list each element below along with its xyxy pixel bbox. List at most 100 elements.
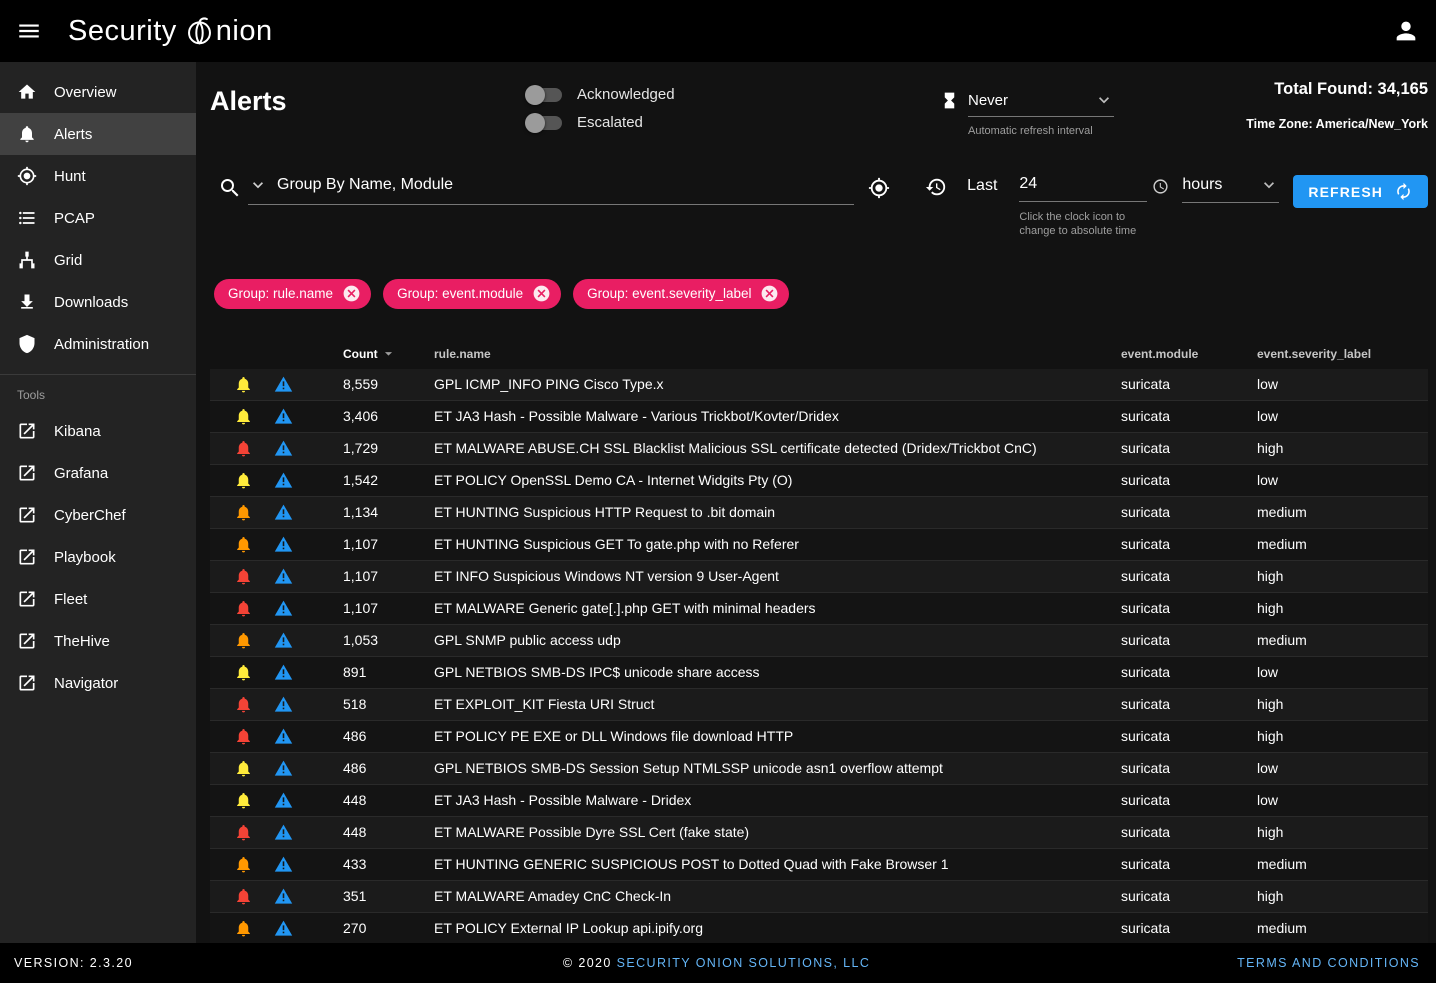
sidebar-item-grid[interactable]: Grid: [0, 239, 196, 281]
severity-bell-icon[interactable]: [234, 567, 253, 586]
event-module-cell[interactable]: suricata: [1121, 760, 1257, 776]
account-icon[interactable]: [1392, 17, 1420, 45]
count-cell[interactable]: 1,107: [343, 568, 434, 584]
table-row[interactable]: 486 ET POLICY PE EXE or DLL Windows file…: [210, 721, 1428, 753]
severity-label-cell[interactable]: low: [1257, 408, 1420, 424]
warning-triangle-icon[interactable]: [274, 727, 293, 746]
duration-units-select[interactable]: hours: [1182, 175, 1279, 203]
column-header-rule-name[interactable]: rule.name: [434, 347, 1121, 361]
severity-label-cell[interactable]: medium: [1257, 632, 1420, 648]
table-row[interactable]: 1,542 ET POLICY OpenSSL Demo CA - Intern…: [210, 465, 1428, 497]
chip-close-icon[interactable]: [342, 284, 361, 303]
rule-name-cell[interactable]: ET HUNTING Suspicious HTTP Request to .b…: [434, 504, 1121, 520]
severity-label-cell[interactable]: low: [1257, 760, 1420, 776]
event-module-cell[interactable]: suricata: [1121, 792, 1257, 808]
event-module-cell[interactable]: suricata: [1121, 376, 1257, 392]
event-module-cell[interactable]: suricata: [1121, 920, 1257, 936]
severity-bell-icon[interactable]: [234, 759, 253, 778]
warning-triangle-icon[interactable]: [274, 631, 293, 650]
severity-label-cell[interactable]: low: [1257, 472, 1420, 488]
filter-chip-event-module[interactable]: Group: event.module: [383, 279, 561, 309]
severity-label-cell[interactable]: medium: [1257, 920, 1420, 936]
severity-label-cell[interactable]: high: [1257, 568, 1420, 584]
count-cell[interactable]: 448: [343, 824, 434, 840]
warning-triangle-icon[interactable]: [274, 567, 293, 586]
rule-name-cell[interactable]: ET POLICY OpenSSL Demo CA - Internet Wid…: [434, 472, 1121, 488]
escalated-switch[interactable]: [528, 116, 562, 130]
severity-label-cell[interactable]: medium: [1257, 856, 1420, 872]
table-row[interactable]: 1,053 GPL SNMP public access udp suricat…: [210, 625, 1428, 657]
severity-label-cell[interactable]: low: [1257, 792, 1420, 808]
rule-name-cell[interactable]: GPL ICMP_INFO PING Cisco Type.x: [434, 376, 1121, 392]
escalated-toggle[interactable]: Escalated: [524, 114, 904, 131]
table-row[interactable]: 1,107 ET INFO Suspicious Windows NT vers…: [210, 561, 1428, 593]
warning-triangle-icon[interactable]: [274, 439, 293, 458]
rule-name-cell[interactable]: ET MALWARE Possible Dyre SSL Cert (fake …: [434, 824, 1121, 840]
rule-name-cell[interactable]: ET EXPLOIT_KIT Fiesta URI Struct: [434, 696, 1121, 712]
event-module-cell[interactable]: suricata: [1121, 504, 1257, 520]
warning-triangle-icon[interactable]: [274, 759, 293, 778]
sidebar-item-grafana[interactable]: Grafana: [0, 452, 196, 494]
event-module-cell[interactable]: suricata: [1121, 824, 1257, 840]
sidebar-item-thehive[interactable]: TheHive: [0, 620, 196, 662]
count-cell[interactable]: 3,406: [343, 408, 434, 424]
menu-icon[interactable]: [16, 18, 42, 44]
warning-triangle-icon[interactable]: [274, 887, 293, 906]
warning-triangle-icon[interactable]: [274, 855, 293, 874]
sidebar-item-pcap[interactable]: PCAP: [0, 197, 196, 239]
table-row[interactable]: 448 ET JA3 Hash - Possible Malware - Dri…: [210, 785, 1428, 817]
severity-label-cell[interactable]: medium: [1257, 504, 1420, 520]
severity-label-cell[interactable]: low: [1257, 376, 1420, 392]
warning-triangle-icon[interactable]: [274, 823, 293, 842]
severity-bell-icon[interactable]: [234, 663, 253, 682]
terms-link[interactable]: TERMS AND CONDITIONS: [1237, 956, 1420, 970]
warning-triangle-icon[interactable]: [274, 791, 293, 810]
sidebar-item-cyberchef[interactable]: CyberChef: [0, 494, 196, 536]
filter-chip-rule-name[interactable]: Group: rule.name: [214, 279, 371, 309]
count-cell[interactable]: 1,542: [343, 472, 434, 488]
query-dropdown-icon[interactable]: [248, 175, 268, 195]
column-header-event-module[interactable]: event.module: [1121, 347, 1257, 361]
sidebar-item-kibana[interactable]: Kibana: [0, 410, 196, 452]
event-module-cell[interactable]: suricata: [1121, 888, 1257, 904]
table-row[interactable]: 1,729 ET MALWARE ABUSE.CH SSL Blacklist …: [210, 433, 1428, 465]
severity-bell-icon[interactable]: [234, 855, 253, 874]
sidebar-item-overview[interactable]: Overview: [0, 71, 196, 113]
duration-input[interactable]: 24: [1019, 175, 1147, 202]
solutions-link[interactable]: SECURITY ONION SOLUTIONS, LLC: [617, 956, 871, 970]
warning-triangle-icon[interactable]: [274, 695, 293, 714]
severity-bell-icon[interactable]: [234, 823, 253, 842]
column-header-severity-label[interactable]: event.severity_label: [1257, 347, 1420, 361]
severity-bell-icon[interactable]: [234, 503, 253, 522]
count-cell[interactable]: 448: [343, 792, 434, 808]
acknowledged-toggle[interactable]: Acknowledged: [524, 86, 904, 103]
rule-name-cell[interactable]: ET HUNTING Suspicious GET To gate.php wi…: [434, 536, 1121, 552]
sidebar-item-navigator[interactable]: Navigator: [0, 662, 196, 704]
severity-bell-icon[interactable]: [234, 695, 253, 714]
event-module-cell[interactable]: suricata: [1121, 664, 1257, 680]
count-cell[interactable]: 1,053: [343, 632, 434, 648]
count-cell[interactable]: 270: [343, 920, 434, 936]
count-cell[interactable]: 518: [343, 696, 434, 712]
table-row[interactable]: 433 ET HUNTING GENERIC SUSPICIOUS POST t…: [210, 849, 1428, 881]
rule-name-cell[interactable]: ET JA3 Hash - Possible Malware - Dridex: [434, 792, 1121, 808]
table-row[interactable]: 270 ET POLICY External IP Lookup api.ipi…: [210, 913, 1428, 943]
event-module-cell[interactable]: suricata: [1121, 600, 1257, 616]
rule-name-cell[interactable]: ET JA3 Hash - Possible Malware - Various…: [434, 408, 1121, 424]
rule-name-cell[interactable]: GPL SNMP public access udp: [434, 632, 1121, 648]
count-cell[interactable]: 1,134: [343, 504, 434, 520]
rule-name-cell[interactable]: ET INFO Suspicious Windows NT version 9 …: [434, 568, 1121, 584]
sidebar-item-administration[interactable]: Administration: [0, 323, 196, 365]
rule-name-cell[interactable]: ET MALWARE Amadey CnC Check-In: [434, 888, 1121, 904]
warning-triangle-icon[interactable]: [274, 919, 293, 938]
severity-bell-icon[interactable]: [234, 439, 253, 458]
event-module-cell[interactable]: suricata: [1121, 632, 1257, 648]
severity-label-cell[interactable]: high: [1257, 600, 1420, 616]
table-row[interactable]: 518 ET EXPLOIT_KIT Fiesta URI Struct sur…: [210, 689, 1428, 721]
warning-triangle-icon[interactable]: [274, 599, 293, 618]
severity-label-cell[interactable]: high: [1257, 888, 1420, 904]
rule-name-cell[interactable]: ET MALWARE Generic gate[.].php GET with …: [434, 600, 1121, 616]
count-cell[interactable]: 486: [343, 728, 434, 744]
chip-close-icon[interactable]: [532, 284, 551, 303]
warning-triangle-icon[interactable]: [274, 535, 293, 554]
